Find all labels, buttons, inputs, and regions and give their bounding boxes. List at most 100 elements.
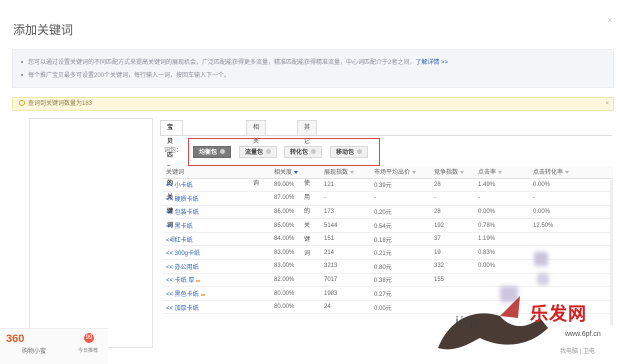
keyword-cell[interactable]: << 加厚卡纸: [163, 300, 271, 315]
col-label: 相关度: [274, 170, 293, 177]
impressions-cell: 7017: [321, 273, 371, 288]
col-label: 点击转化率: [533, 170, 564, 177]
tab-matched-keywords[interactable]: 宝贝匹配的关键词: [160, 120, 183, 242]
table-row[interactable]: << 红卡纸 84.00% 151 0.18元 37 1.19%: [163, 232, 613, 247]
ctr-cell: 0.00%: [475, 205, 530, 220]
competition-cell: 332: [431, 259, 475, 274]
avg-bid-cell: -: [371, 191, 431, 206]
impressions-cell: 214: [321, 245, 371, 261]
keyword-cell[interactable]: << 黑色卡纸: [163, 286, 271, 301]
sort-down-icon[interactable]: [294, 171, 299, 175]
cvr-cell: 0.00%: [530, 205, 613, 220]
tab-related-search[interactable]: 相关词查询: [246, 120, 267, 187]
keyword-cell[interactable]: << 300g卡纸: [163, 245, 271, 261]
col-cvr[interactable]: 点击转化率: [530, 166, 613, 179]
relevance-cell: 87.00%: [271, 191, 321, 206]
sort-icon[interactable]: [412, 171, 417, 175]
col-impressions[interactable]: 展现指数: [321, 166, 371, 179]
impressions-cell: -: [321, 191, 371, 206]
blurred-region: [534, 252, 548, 266]
watermark-url: www.6pf.cn: [565, 331, 601, 338]
ctr-cell: [475, 273, 530, 288]
sort-icon[interactable]: [565, 171, 570, 175]
keyword-input-panel[interactable]: [29, 118, 153, 348]
table-row[interactable]: << 硬质卡纸 87.00% - - - - -: [163, 191, 613, 206]
col-label: 竞争指数: [434, 170, 459, 177]
package-balanced[interactable]: 均衡包: [193, 146, 232, 158]
package-label: 词包：: [164, 148, 183, 154]
bullet-icon: [21, 73, 23, 76]
table-row[interactable]: << 小卡纸 89.00% 121 0.39元 28 1.49% 0.00%: [163, 178, 613, 193]
brand-subtitle: 购物小蜜: [22, 349, 47, 355]
relevance-cell: 80.00%: [271, 300, 321, 315]
learn-more-link[interactable]: 了解详情 >>: [415, 60, 448, 66]
dialog-title: 添加关键词: [13, 23, 74, 37]
tips-text-1: 您可以通过设置关键词的不同匹配方式来提高关键词的展现机会，广泛匹配能获得更多流量…: [28, 60, 416, 66]
impressions-cell: 121: [321, 178, 371, 193]
help-icon[interactable]: [266, 149, 272, 154]
relevance-cell: 84.00%: [271, 232, 321, 247]
tab-other-items-keywords[interactable]: 其它宝贝使用的关键词: [297, 120, 318, 257]
sort-icon[interactable]: [350, 171, 355, 175]
competition-cell: 19: [431, 245, 475, 261]
avg-bid-cell: 0.00元: [371, 300, 431, 315]
col-ctr[interactable]: 点击率: [475, 166, 530, 179]
help-icon[interactable]: [357, 149, 363, 154]
competition-cell: 28: [431, 205, 475, 220]
col-keyword: 关键词: [163, 166, 271, 179]
relevance-cell: 83.00%: [271, 259, 321, 274]
sort-icon[interactable]: [460, 171, 465, 175]
keyword-cell[interactable]: << 小卡纸: [163, 178, 271, 193]
package-mobile[interactable]: 移动包: [330, 146, 369, 158]
brand-subtitle-2: 今日推荐: [78, 348, 99, 354]
tips-line-2: 每个推广宝贝最多可设置200个关键词，每行输入一词，按回车输入下一个。: [21, 70, 613, 83]
close-dialog-button[interactable]: ×: [607, 16, 612, 25]
avg-bid-cell: 0.18元: [371, 232, 431, 247]
col-competition[interactable]: 竞争指数: [431, 166, 475, 179]
avg-bid-cell: 0.21元: [371, 245, 431, 261]
close-notice-button[interactable]: ×: [605, 98, 609, 110]
avg-bid-cell: 0.27元: [371, 286, 431, 301]
relevance-cell: 89.00%: [271, 178, 321, 193]
relevance-cell: 86.00%: [271, 205, 321, 220]
cvr-cell: 0.00%: [530, 178, 613, 193]
table-header-row: 关键词 相关度 展现指数 市场平均出价 竞争指数 点击率 点击转化率: [163, 166, 613, 179]
col-relevance[interactable]: 相关度: [271, 166, 321, 179]
avg-bid-cell: 0.38元: [371, 273, 431, 288]
brand-widget[interactable]: 360 购物小蜜 99 今日推荐: [0, 328, 108, 364]
ctr-cell: 1.49%: [475, 178, 530, 193]
package-label-text: 移动包: [336, 150, 355, 156]
table-row[interactable]: << 黑卡纸 85.00% 5144 0.54元 192 0.78% 12.50%: [163, 218, 613, 233]
relevance-cell: 80.00%: [271, 286, 321, 301]
keyword-cell[interactable]: << 包装卡纸: [163, 205, 271, 220]
table-row[interactable]: << 包装卡纸 86.00% 173 0.20元 28 0.00% 0.00%: [163, 205, 613, 220]
package-label-text: 转化包: [290, 150, 309, 156]
package-conversion[interactable]: 转化包: [284, 146, 323, 158]
brand-logo: 360: [6, 333, 25, 345]
tips-text-2: 每个推广宝贝最多可设置200个关键词，每行输入一词，按回车输入下一个。: [28, 73, 231, 79]
impressions-cell: 173: [321, 205, 371, 220]
impressions-cell: 1983: [321, 286, 371, 301]
sort-icon[interactable]: [498, 171, 503, 175]
package-traffic[interactable]: 流量包: [239, 146, 278, 158]
keyword-cell[interactable]: << 硬质卡纸: [163, 191, 271, 206]
competition-cell: 155: [431, 273, 475, 288]
ctr-cell: 1.19%: [475, 232, 530, 247]
keyword-cell[interactable]: << 黑卡纸: [163, 218, 271, 233]
keyword-cell[interactable]: << 红卡纸: [163, 232, 271, 247]
avg-bid-cell: 0.20元: [371, 205, 431, 220]
avg-bid-cell: 0.39元: [371, 178, 431, 193]
package-label-text: 流量包: [245, 150, 264, 156]
col-avg-bid[interactable]: 市场平均出价: [371, 166, 431, 179]
keyword-cell[interactable]: << 办公用纸: [163, 259, 271, 274]
relevance-cell: 83.00%: [271, 245, 321, 261]
help-icon[interactable]: [220, 149, 226, 154]
col-label: 市场平均出价: [374, 170, 411, 177]
keyword-cell[interactable]: << 卡纸 厚: [163, 273, 271, 288]
relevance-cell: 82.00%: [271, 273, 321, 288]
cvr-cell: 12.50%: [530, 218, 613, 233]
lightbulb-icon: [19, 100, 25, 106]
avg-bid-cell: 0.80元: [371, 259, 431, 274]
impressions-cell: 151: [321, 232, 371, 247]
help-icon[interactable]: [311, 149, 317, 154]
